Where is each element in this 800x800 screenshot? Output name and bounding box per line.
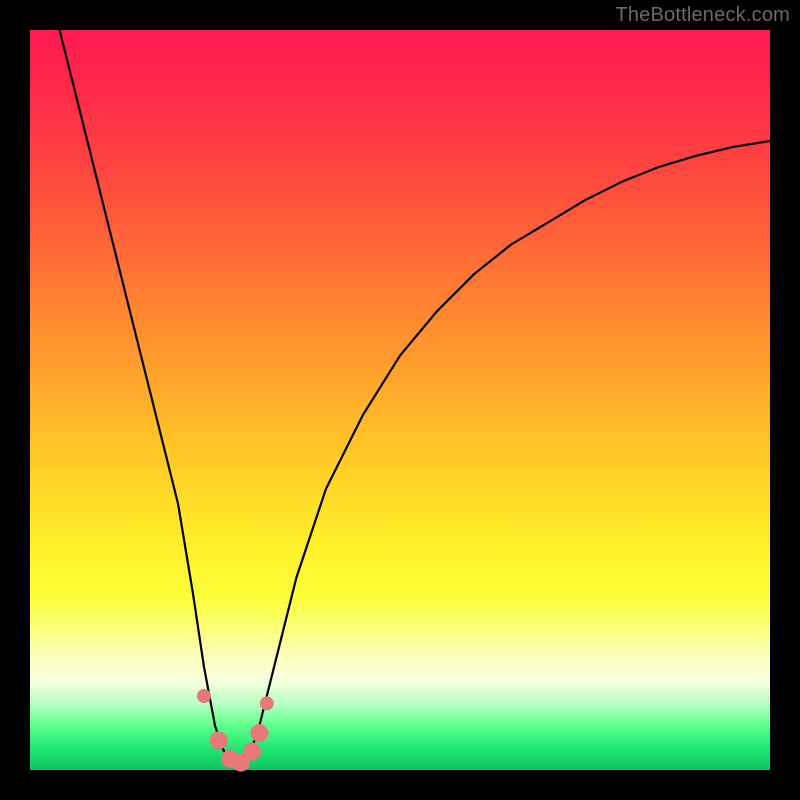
plot-area bbox=[30, 30, 770, 770]
curve-markers bbox=[197, 689, 274, 772]
curve-marker bbox=[243, 743, 261, 761]
curve-marker bbox=[197, 689, 211, 703]
watermark-text: TheBottleneck.com bbox=[615, 4, 790, 27]
chart-frame: TheBottleneck.com bbox=[0, 0, 800, 800]
bottleneck-curve bbox=[60, 30, 770, 766]
curve-marker bbox=[250, 724, 268, 742]
chart-svg bbox=[30, 30, 770, 770]
curve-marker bbox=[210, 731, 228, 749]
curve-marker bbox=[260, 696, 274, 710]
